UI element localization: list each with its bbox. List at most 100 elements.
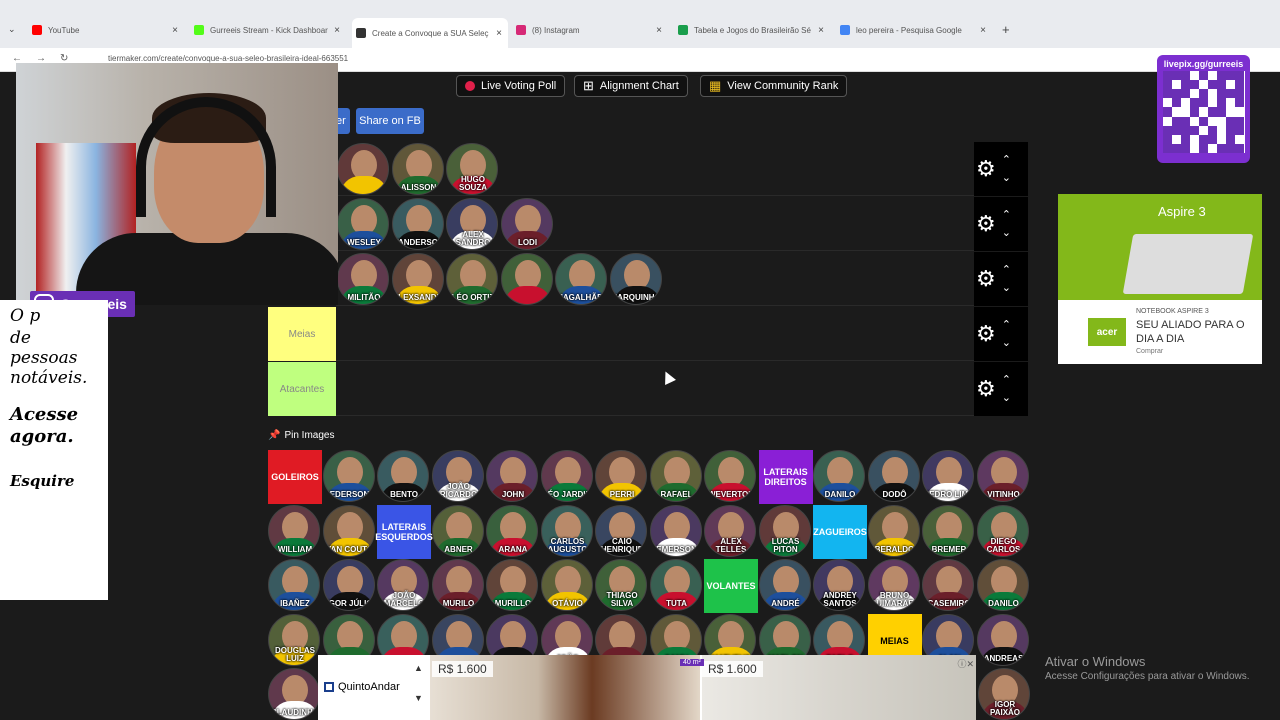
browser-tab[interactable]: Tabela e Jogos do Brasileirão Sé × xyxy=(674,20,830,40)
player-card[interactable]: LODI xyxy=(500,198,553,250)
player-card[interactable]: CLAUDINHO xyxy=(268,668,320,720)
category-card[interactable]: GOLEIROS xyxy=(268,450,322,504)
player-card[interactable]: DANILO xyxy=(813,450,865,502)
gear-icon[interactable]: ⚙ xyxy=(976,156,996,182)
player-card[interactable]: DOUGLAS LUIZ xyxy=(268,613,320,666)
acer-cta[interactable]: Comprar xyxy=(1136,348,1163,355)
chevron-down-icon[interactable]: ⌄ xyxy=(1002,334,1011,352)
browser-tab[interactable]: Gurreeis Stream - Kick Dashboar × xyxy=(190,20,346,40)
player-card[interactable]: CASEMIRO xyxy=(922,559,974,611)
player-card[interactable]: MURILO xyxy=(431,559,484,611)
tab-close-icon[interactable]: × xyxy=(172,25,178,36)
share-fb-button[interactable]: Share on FB xyxy=(356,108,424,134)
player-card[interactable]: LÉO ORTIZ xyxy=(446,253,498,305)
esquire-ad[interactable]: O p de pessoas notáveis. Acesse agora. E… xyxy=(0,300,108,600)
gear-icon[interactable]: ⚙ xyxy=(976,376,996,402)
player-card[interactable]: BREMER xyxy=(922,504,974,557)
player-card[interactable]: PEDRO LIMA xyxy=(922,450,974,502)
player-card[interactable]: YAN COUTO xyxy=(322,504,375,557)
tab-list-chevron-icon[interactable]: ⌄ xyxy=(8,24,16,35)
chevron-down-icon[interactable]: ⌄ xyxy=(1002,389,1011,407)
chevron-up-icon[interactable]: ⌃ xyxy=(1002,261,1011,279)
player-card[interactable]: WESLEY xyxy=(337,198,389,250)
player-card[interactable]: THIAGO SILVA xyxy=(595,559,647,611)
ad-close-icon[interactable]: ⓘ✕ xyxy=(957,657,974,670)
player-card[interactable]: DODÔ xyxy=(867,450,920,502)
player-card[interactable]: IGOR JÚLIO xyxy=(322,559,375,611)
category-card[interactable]: LATERAIS ESQUERDOS xyxy=(375,504,433,559)
category-card[interactable]: ZAGUEIROS xyxy=(813,504,867,559)
player-card[interactable]: WILLIAM xyxy=(268,504,320,557)
acer-ad[interactable]: Aspire 3 acer NOTEBOOK ASPIRE 3 SEU ALIA… xyxy=(1058,194,1262,364)
player-card[interactable]: MURILLO xyxy=(486,559,538,611)
url-field[interactable]: tiermaker.com/create/convoque-a-sua-sele… xyxy=(108,54,348,63)
player-card[interactable]: VANDERSON xyxy=(391,198,444,250)
player-card[interactable]: MILITÃO xyxy=(337,253,389,305)
chevron-up-icon[interactable]: ⌃ xyxy=(1002,151,1011,169)
player-card[interactable]: MARQUINHOS xyxy=(609,253,662,305)
player-card[interactable]: ALEX SANDRO xyxy=(446,198,498,250)
player-card[interactable]: ANDRÉ xyxy=(758,559,811,611)
player-card[interactable]: CAIO HENRIQUE xyxy=(595,504,647,557)
chevron-down-icon[interactable]: ⌄ xyxy=(1002,224,1011,242)
tab-close-icon[interactable]: × xyxy=(496,28,502,39)
player-card[interactable]: ALEX TELLES xyxy=(704,504,756,557)
player-card[interactable]: VITINHO xyxy=(976,450,1029,502)
player-card[interactable]: PERRI xyxy=(595,450,647,502)
alignment-chart-button[interactable]: ⊞ Alignment Chart xyxy=(574,75,688,97)
tab-close-icon[interactable]: × xyxy=(334,25,340,36)
player-card[interactable]: EDERSON xyxy=(322,450,375,502)
tab-close-icon[interactable]: × xyxy=(818,25,824,36)
chevron-up-icon[interactable]: ⌃ xyxy=(1002,316,1011,334)
browser-tab[interactable]: (8) Instagram × xyxy=(512,20,668,40)
player-card[interactable]: EMERSON xyxy=(649,504,702,557)
share-button-partial[interactable]: er xyxy=(336,108,350,134)
browser-tab[interactable]: YouTube × xyxy=(28,20,184,40)
player-card[interactable]: MAGALHÃES xyxy=(555,253,607,305)
player-card[interactable]: DANILO xyxy=(976,559,1029,611)
category-card[interactable]: VOLANTES xyxy=(704,559,758,613)
tier-label[interactable]: Atacantes xyxy=(268,362,336,416)
player-card[interactable]: WEVERTON xyxy=(704,450,756,502)
player-card[interactable]: ALISSON xyxy=(391,143,444,195)
player-card[interactable] xyxy=(337,143,389,195)
new-tab-button[interactable]: + xyxy=(1002,22,1010,37)
browser-tab[interactable]: leo pereira - Pesquisa Google × xyxy=(836,20,992,40)
tab-close-icon[interactable]: × xyxy=(980,25,986,36)
chevron-up-icon[interactable]: ⌃ xyxy=(1002,371,1011,389)
player-card[interactable]: CARLOS AUGUSTO xyxy=(540,504,593,557)
player-card[interactable]: TUTA xyxy=(649,559,702,611)
tier-label[interactable]: Meias xyxy=(268,307,336,361)
player-card[interactable]: BENTO xyxy=(377,450,429,502)
player-card[interactable]: LUCAS PITON xyxy=(758,504,811,557)
player-card[interactable] xyxy=(500,253,553,305)
player-card[interactable]: ABNER xyxy=(431,504,484,557)
player-card[interactable]: JOÃO RICARDO xyxy=(431,450,484,502)
player-card[interactable]: ANDREY SANTOS xyxy=(813,559,865,611)
player-card[interactable]: BERALDO xyxy=(867,504,920,557)
player-card[interactable]: ANDREAS xyxy=(976,613,1029,666)
player-card[interactable]: JOHN xyxy=(486,450,538,502)
browser-tab[interactable]: Create a Convoque a SUA Seleç × xyxy=(352,18,508,48)
category-card[interactable]: LATERAIS DIREITOS xyxy=(758,450,813,504)
player-card[interactable]: RAFAEL xyxy=(649,450,702,502)
ad-up-arrow-icon[interactable]: ▲ xyxy=(414,663,423,673)
chevron-down-icon[interactable]: ⌄ xyxy=(1002,279,1011,297)
player-card[interactable]: HUGO SOUZA xyxy=(446,143,498,195)
player-card[interactable]: OTÁVIO xyxy=(540,559,593,611)
player-card[interactable]: DIEGO CARLOS xyxy=(976,504,1029,557)
chevron-up-icon[interactable]: ⌃ xyxy=(1002,206,1011,224)
gear-icon[interactable]: ⚙ xyxy=(976,211,996,237)
pin-images-toggle[interactable]: 📌 Pin Images xyxy=(268,430,334,441)
player-card[interactable]: JOÃO MARCELO xyxy=(377,559,429,611)
ad-down-arrow-icon[interactable]: ▼ xyxy=(414,693,423,703)
player-card[interactable]: IBAÑEZ xyxy=(268,559,320,611)
player-card[interactable]: IGOR PAIXÃO xyxy=(978,668,1030,720)
player-card[interactable]: LÉO JARDIM xyxy=(540,450,593,502)
quintoandar-ad[interactable]: QuintoAndar ▲ ▼ R$ 1.600 R$ 1.600 40 m² … xyxy=(318,655,976,720)
player-card[interactable]: ARANA xyxy=(486,504,538,557)
community-rank-button[interactable]: ▦ View Community Rank xyxy=(700,75,848,97)
tab-close-icon[interactable]: × xyxy=(656,25,662,36)
gear-icon[interactable]: ⚙ xyxy=(976,321,996,347)
player-card[interactable]: BRUNO GUIMARÃES xyxy=(867,559,920,611)
